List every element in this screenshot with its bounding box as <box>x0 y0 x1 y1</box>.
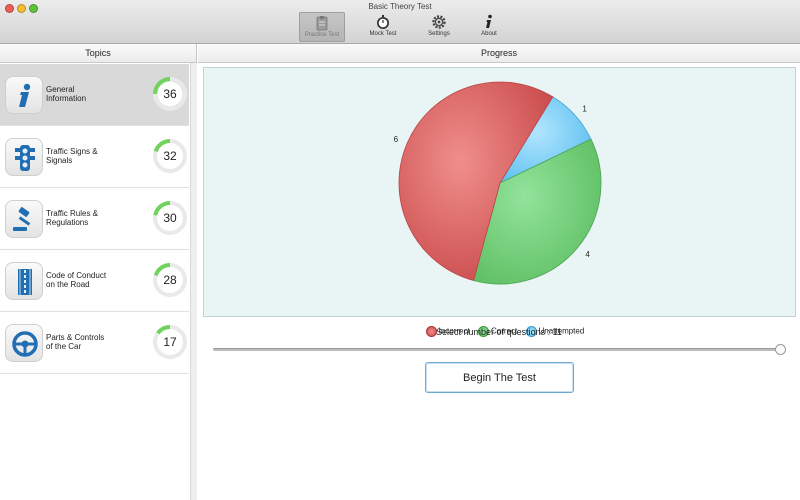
toolbar-about[interactable]: About <box>466 12 512 42</box>
pie-data-label: 6 <box>394 135 399 144</box>
toolbar-mock-test[interactable]: Mock Test <box>360 12 406 42</box>
toolbar-label: Settings <box>428 31 450 37</box>
topic-label: General Information <box>46 85 87 103</box>
info-icon <box>486 14 492 28</box>
topic-item-traffic-rules[interactable]: Traffic Rules & Regulations 30 <box>0 188 189 250</box>
window-title: Basic Theory Test <box>368 2 432 11</box>
topic-item-traffic-signs[interactable]: Traffic Signs & Signals 32 <box>0 126 189 188</box>
topic-label: Parts & Controls of the Car <box>46 333 105 351</box>
clipboard-icon <box>316 16 328 31</box>
progress-header: Progress <box>198 44 800 63</box>
topics-header: Topics <box>0 44 196 63</box>
topic-item-code-of-conduct[interactable]: Code of Conduct on the Road 28 <box>0 250 189 312</box>
toolbar-settings[interactable]: Settings <box>416 12 462 42</box>
road-icon <box>5 262 43 300</box>
topic-item-general-information[interactable]: General Information 36 <box>0 64 189 126</box>
progress-pie-chart: 1 4 6 <box>394 81 602 285</box>
topic-question-count: 28 <box>163 273 177 287</box>
toolbar-label: Mock Test <box>369 31 397 37</box>
gear-icon <box>432 15 446 29</box>
topic-label: Code of Conduct on the Road <box>46 271 107 289</box>
toolbar-label: About <box>481 31 497 37</box>
steering-wheel-icon <box>5 324 43 362</box>
begin-test-button[interactable]: Begin The Test <box>425 362 574 393</box>
window-toolbar: Basic Theory Test Practice Test Mock Tes… <box>0 0 800 44</box>
pie-data-label: 4 <box>585 250 590 259</box>
select-questions-label: Select number of questions : 11 <box>436 327 562 337</box>
info-icon <box>5 76 43 114</box>
slider-handle[interactable] <box>775 344 786 355</box>
topic-question-count: 36 <box>163 87 177 101</box>
topic-question-count: 32 <box>163 149 177 163</box>
pie-data-label: 1 <box>582 105 587 114</box>
gavel-icon <box>5 200 43 238</box>
question-count-slider[interactable] <box>213 348 781 351</box>
toolbar-practice-test[interactable]: Practice Test <box>299 12 345 42</box>
toolbar-label: Practice Test <box>304 32 340 38</box>
topic-label: Traffic Signs & Signals <box>46 147 98 165</box>
traffic-light-icon <box>5 138 43 176</box>
topic-question-count: 17 <box>163 335 177 349</box>
topics-pane: Topics General Information 36 Traffic Si… <box>0 44 197 500</box>
progress-chart-panel: 146 Incorrect Correct Unattempted <box>203 67 796 337</box>
topic-label: Traffic Rules & Regulations <box>46 209 99 227</box>
topics-scrollbar[interactable] <box>190 63 197 500</box>
topic-question-count: 30 <box>163 211 177 225</box>
progress-pane: Progress 146 Incorrect Correct Unattempt… <box>198 44 800 500</box>
stopwatch-icon <box>377 15 389 29</box>
topic-item-parts-controls[interactable]: Parts & Controls of the Car 17 <box>0 312 189 374</box>
